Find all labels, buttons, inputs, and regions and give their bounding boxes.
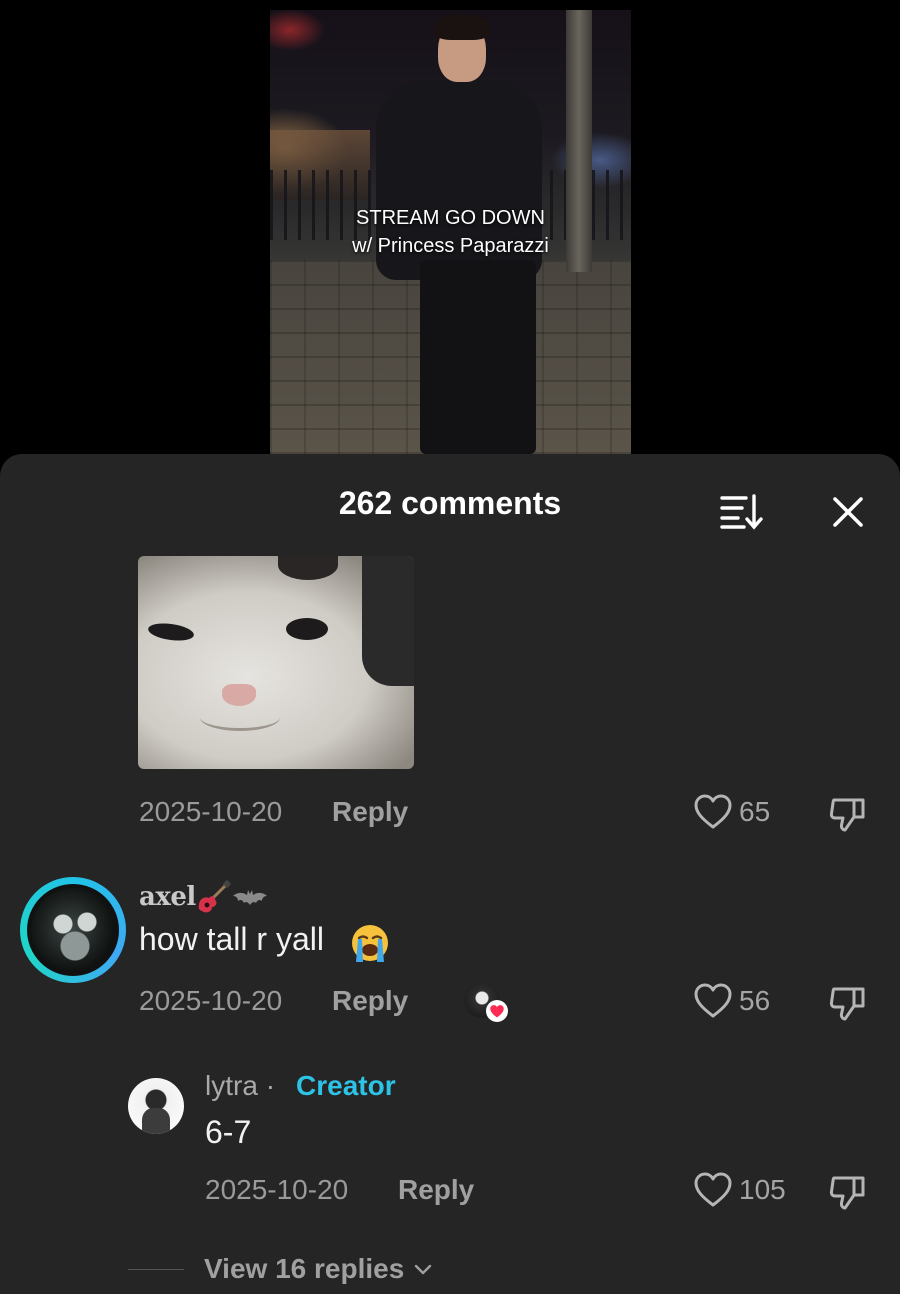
heart-outline-icon xyxy=(694,794,732,829)
avatar-ring-inner xyxy=(27,884,119,976)
view-replies-button[interactable]: View 16 replies xyxy=(128,1249,434,1289)
chevron-down-icon xyxy=(415,1264,432,1275)
like-count: 56 xyxy=(739,985,771,1016)
like-count: 65 xyxy=(739,796,771,827)
like-button[interactable]: 56 xyxy=(693,981,770,1021)
thumbs-down-icon xyxy=(829,798,865,832)
person-legs xyxy=(420,260,536,454)
sort-icon xyxy=(720,494,763,530)
view-replies-label: View 16 replies xyxy=(204,1253,405,1284)
close-icon xyxy=(833,497,863,527)
gif-cat-nose xyxy=(222,684,256,706)
reply-username[interactable]: lytra · xyxy=(205,1070,275,1102)
creator-badge: Creator xyxy=(296,1070,396,1101)
gif-cat-eye-right xyxy=(286,618,328,640)
guitar-emoji-icon xyxy=(198,879,232,913)
video-caption-line-2: w/ Princess Paparazzi xyxy=(352,235,549,257)
like-count: 105 xyxy=(739,1174,786,1205)
view-replies-divider xyxy=(128,1268,184,1270)
comments-sheet: 262 comments 2025-10-20 Reply 65 axel ho… xyxy=(0,454,900,1294)
gif-cat-ear xyxy=(278,556,338,580)
dislike-button[interactable] xyxy=(828,794,868,834)
video-caption-line-1: STREAM GO DOWN xyxy=(356,207,545,229)
liked-by-heart-badge xyxy=(486,1000,508,1022)
comment-date: 2025-10-20 xyxy=(139,796,283,827)
comment-username[interactable]: axel xyxy=(139,882,196,912)
like-button[interactable]: 105 xyxy=(693,1170,786,1210)
avatar[interactable] xyxy=(20,877,126,983)
reply-button[interactable]: Reply xyxy=(332,796,408,828)
sort-button[interactable] xyxy=(718,490,764,530)
comments-header: 262 comments xyxy=(0,454,900,554)
reply-text: 6-7 xyxy=(205,1114,252,1150)
heart-filled-icon xyxy=(490,1004,504,1017)
reply-username-text: lytra xyxy=(205,1070,258,1101)
liked-by-creator-avatar xyxy=(464,982,508,1022)
reply-date: 2025-10-20 xyxy=(205,1174,349,1205)
dislike-button[interactable] xyxy=(828,1172,868,1212)
comments-count-title: 262 comments xyxy=(338,485,562,521)
comment-date: 2025-10-20 xyxy=(139,985,283,1016)
like-button[interactable]: 65 xyxy=(693,792,770,832)
thumbs-down-icon xyxy=(829,987,865,1021)
reply-button[interactable]: Reply xyxy=(332,985,408,1017)
reply-avatar[interactable] xyxy=(128,1078,184,1134)
gif-cat-mouth xyxy=(200,704,280,731)
reply-separator: · xyxy=(265,1070,276,1101)
comment-text: how tall r yall xyxy=(139,921,324,957)
reply-avatar-figure xyxy=(142,1108,170,1134)
person-hair xyxy=(434,14,490,40)
close-button[interactable] xyxy=(826,490,870,534)
heart-outline-icon xyxy=(694,983,732,1018)
thumbs-down-icon xyxy=(829,1176,865,1210)
reply-button[interactable]: Reply xyxy=(398,1174,474,1206)
avatar-image xyxy=(31,888,115,972)
comment-gif-cat[interactable] xyxy=(138,556,414,769)
heart-outline-icon xyxy=(694,1172,732,1207)
video-caption: STREAM GO DOWN w/ Princess Paparazzi xyxy=(270,204,631,260)
gif-background xyxy=(362,556,414,686)
gif-cat-eye-left xyxy=(147,620,195,644)
dislike-button[interactable] xyxy=(828,983,868,1023)
video-preview[interactable]: STREAM GO DOWN w/ Princess Paparazzi xyxy=(270,10,631,454)
bat-emoji-icon xyxy=(233,890,267,905)
loudly-crying-face-emoji-icon xyxy=(352,925,388,962)
